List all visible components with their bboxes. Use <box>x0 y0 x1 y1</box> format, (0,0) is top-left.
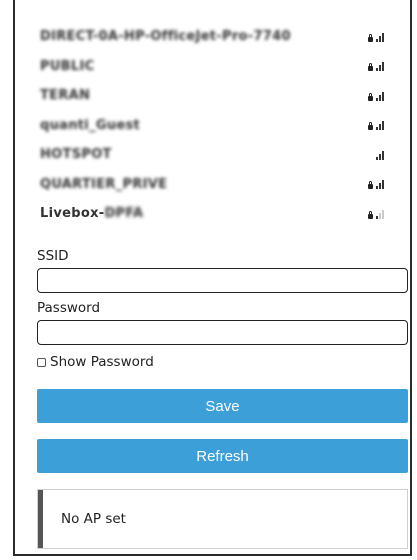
lock-icon <box>368 181 373 190</box>
signal-strength-icon <box>376 32 384 42</box>
network-ssid: Livebox-DPFA <box>40 206 143 221</box>
network-ssid: TERAN <box>40 88 91 104</box>
status-accent-bar <box>38 490 43 548</box>
network-item[interactable]: quanti_Guest <box>40 111 390 141</box>
status-box: No AP set <box>37 489 408 549</box>
refresh-button[interactable]: Refresh <box>37 439 408 473</box>
network-signal <box>368 120 384 131</box>
signal-strength-icon <box>376 150 384 160</box>
network-item[interactable]: QUARTIER_PRIVE <box>40 170 390 200</box>
password-input[interactable] <box>37 320 408 345</box>
status-text: No AP set <box>61 511 126 527</box>
lock-icon <box>368 122 373 131</box>
network-item[interactable]: PUBLIC <box>40 52 390 82</box>
lock-icon <box>368 33 373 42</box>
show-password-checkbox[interactable] <box>37 357 46 367</box>
network-ssid: DIRECT-0A-HP-OfficeJet-Pro-7740 <box>40 29 291 45</box>
lock-icon <box>368 63 373 72</box>
signal-strength-icon <box>376 209 384 219</box>
signal-strength-icon <box>376 179 384 190</box>
network-ssid: PUBLIC <box>40 58 95 74</box>
lock-icon <box>368 92 373 101</box>
show-password-toggle[interactable]: Show Password <box>37 354 154 370</box>
ssid-input[interactable] <box>37 268 408 293</box>
network-signal <box>368 209 384 219</box>
network-ssid: HOTSPOT <box>40 147 112 163</box>
signal-strength-icon <box>376 91 384 101</box>
network-signal <box>376 150 384 160</box>
network-ssid: QUARTIER_PRIVE <box>40 176 168 192</box>
network-item[interactable]: HOTSPOT <box>40 140 390 170</box>
ssid-label: SSID <box>37 248 69 264</box>
signal-strength-icon <box>376 120 384 131</box>
network-signal <box>368 179 384 190</box>
network-item[interactable]: DIRECT-0A-HP-OfficeJet-Pro-7740 <box>40 22 390 52</box>
network-ssid-obscured: DPFA <box>104 206 144 222</box>
network-ssid-visible: Livebox- <box>40 206 105 222</box>
network-list: DIRECT-0A-HP-OfficeJet-Pro-7740 PUBLIC T… <box>40 22 390 229</box>
network-signal <box>368 61 384 72</box>
network-signal <box>368 91 384 101</box>
network-item[interactable]: Livebox-DPFA <box>40 199 390 229</box>
lock-icon <box>368 210 373 219</box>
password-label: Password <box>37 300 101 316</box>
save-button[interactable]: Save <box>37 389 408 423</box>
signal-strength-icon <box>376 61 384 72</box>
network-item[interactable]: TERAN <box>40 81 390 111</box>
show-password-label: Show Password <box>50 354 154 370</box>
network-ssid: quanti_Guest <box>40 117 141 133</box>
network-signal <box>368 32 384 42</box>
